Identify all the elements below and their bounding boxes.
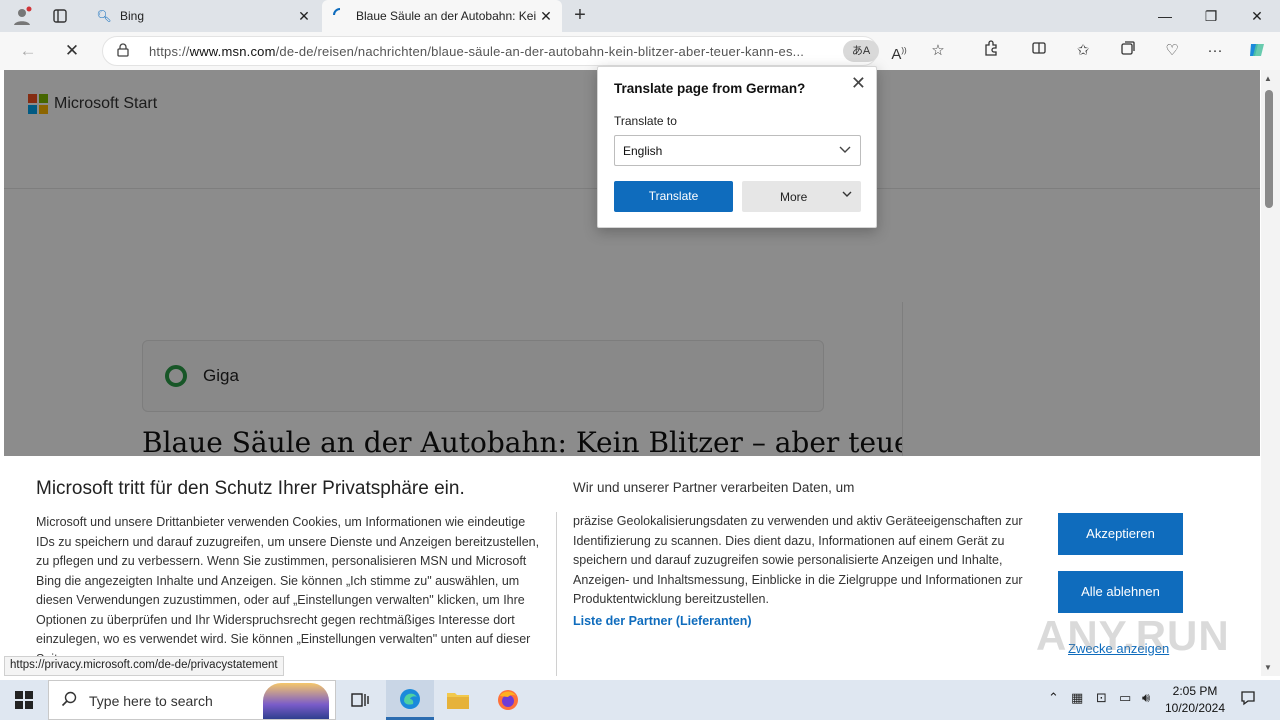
windows-start-icon[interactable] — [0, 680, 48, 720]
browser-essentials-icon[interactable]: ♡ — [1161, 40, 1183, 62]
split-screen-icon[interactable] — [1028, 40, 1050, 62]
clock-date: 10/20/2024 — [1164, 701, 1226, 715]
search-placeholder: Type here to search — [89, 693, 213, 709]
close-tab-icon[interactable]: ✕ — [294, 8, 314, 25]
address-bar[interactable]: https://www.msn.com/de-de/reisen/nachric… — [102, 36, 879, 66]
consent-right-text: präzise Geolokalisierungsdaten zu verwen… — [573, 514, 1023, 606]
more-label: More — [780, 190, 808, 204]
popup-title: Translate page from German? — [614, 81, 806, 96]
search-icon — [61, 691, 77, 711]
task-view-icon[interactable] — [336, 680, 384, 720]
read-aloud-icon[interactable]: A)) — [888, 40, 910, 63]
tab-title: Bing — [120, 9, 145, 23]
taskbar-search-box[interactable]: Type here to search — [48, 680, 336, 720]
chevron-down-icon — [838, 142, 852, 159]
scrollbar-thumb[interactable] — [1265, 90, 1273, 208]
network-icon[interactable]: ▭ — [1119, 690, 1131, 706]
favorites-icon[interactable]: ✩ — [1072, 40, 1094, 62]
accept-button[interactable]: Akzeptieren — [1058, 513, 1183, 555]
consent-divider — [556, 512, 557, 676]
partner-list-link[interactable]: Liste der Partner (Lieferanten) — [573, 614, 752, 628]
volume-icon[interactable]: 🔊︎ — [1142, 690, 1150, 706]
taskbar-clock[interactable]: 2:05 PM 10/20/2024 — [1160, 683, 1230, 717]
status-bar-link: https://privacy.microsoft.com/de-de/priv… — [4, 656, 284, 676]
tab-title: Blaue Säule an der Autobahn: Kein — [356, 9, 536, 23]
browser-titlebar: 🔍︎ Bing ✕ Blaue Säule an der Autobahn: K… — [0, 0, 1280, 32]
copilot-icon[interactable] — [1246, 40, 1268, 62]
network-app-icon[interactable]: ▦ — [1071, 690, 1083, 706]
language-select[interactable]: English — [614, 135, 861, 166]
translate-popup: Translate page from German? ✕ Translate … — [597, 66, 877, 228]
loading-spinner-icon — [332, 7, 348, 25]
vertical-scrollbar[interactable]: ▲ ▼ — [1261, 70, 1280, 676]
consent-text: Microsoft und unsere Drittanbieter verwe… — [36, 515, 540, 666]
device-icon[interactable]: ⊡ — [1096, 690, 1107, 706]
settings-more-icon[interactable]: ··· — [1204, 40, 1226, 62]
search-highlight-image — [263, 683, 329, 719]
extensions-icon[interactable] — [980, 40, 1002, 62]
stop-loading-icon[interactable]: ✕ — [58, 38, 86, 64]
notifications-icon[interactable] — [1240, 690, 1256, 709]
firefox-icon[interactable] — [484, 680, 532, 720]
consent-title: Microsoft tritt für den Schutz Ihrer Pri… — [36, 478, 465, 499]
url-text[interactable]: https://www.msn.com/de-de/reisen/nachric… — [149, 44, 839, 59]
translate-button[interactable]: Translate — [614, 181, 733, 212]
tab-article[interactable]: Blaue Säule an der Autobahn: Kein ✕ — [322, 0, 562, 32]
scroll-down-icon[interactable]: ▼ — [1264, 663, 1272, 672]
translate-to-label: Translate to — [614, 114, 677, 128]
minimize-button[interactable]: — — [1142, 0, 1188, 32]
clock-time: 2:05 PM — [1172, 684, 1218, 698]
lock-icon[interactable] — [117, 43, 129, 60]
scroll-up-icon[interactable]: ▲ — [1264, 74, 1272, 83]
browser-navbar: ← ✕ https://www.msn.com/de-de/reisen/nac… — [0, 32, 1280, 70]
windows-taskbar: Type here to search ⌃ ▦ ⊡ ▭ 🔊︎ 2:05 PM 1… — [0, 680, 1280, 720]
maximize-button[interactable]: ❐ — [1188, 0, 1234, 32]
collections-icon[interactable] — [1117, 40, 1139, 62]
tab-bing[interactable]: 🔍︎ Bing ✕ — [86, 0, 320, 32]
favorite-star-icon[interactable]: ☆ — [927, 40, 949, 62]
watermark: ANY.RUN — [1036, 612, 1230, 659]
more-button[interactable]: More — [742, 181, 861, 212]
new-tab-button[interactable]: + — [568, 4, 592, 28]
search-icon: 🔍︎ — [96, 9, 112, 23]
chevron-down-icon — [841, 188, 853, 203]
translate-icon[interactable]: あA — [843, 40, 879, 62]
profile-icon[interactable] — [10, 4, 34, 28]
reject-all-button[interactable]: Alle ablehnen — [1058, 571, 1183, 613]
selected-language: English — [623, 144, 663, 158]
consent-right-title: Wir und unserer Partner verarbeiten Date… — [573, 480, 855, 495]
edge-browser-icon[interactable] — [386, 680, 434, 720]
close-window-button[interactable]: ✕ — [1234, 0, 1280, 32]
tab-actions-icon[interactable] — [48, 4, 72, 28]
show-hidden-icons-icon[interactable]: ⌃ — [1048, 690, 1059, 706]
close-icon[interactable]: ✕ — [851, 73, 866, 94]
file-explorer-icon[interactable] — [434, 680, 482, 720]
close-tab-icon[interactable]: ✕ — [536, 8, 556, 25]
back-arrow-icon[interactable]: ← — [14, 38, 42, 64]
